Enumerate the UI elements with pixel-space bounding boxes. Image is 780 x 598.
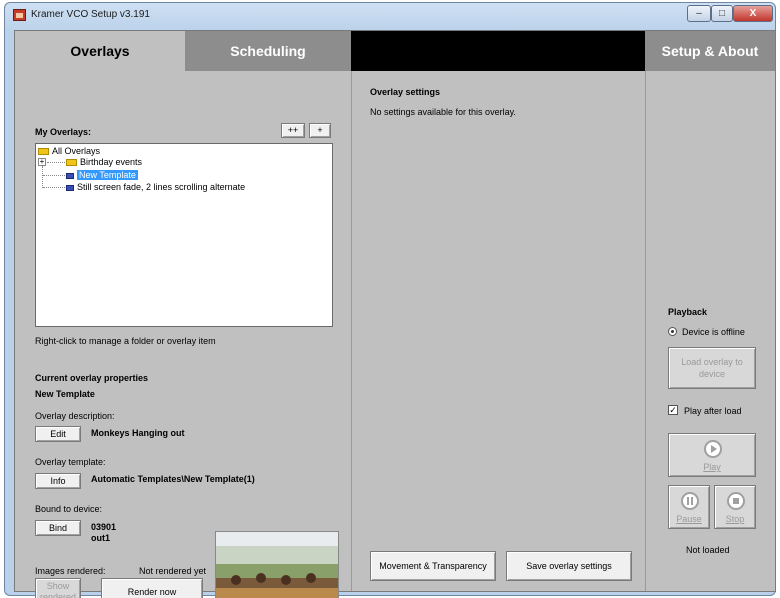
folder-icon bbox=[38, 148, 49, 156]
tree-item-label: Birthday events bbox=[80, 157, 143, 167]
render-status: Not rendered yet bbox=[139, 566, 207, 576]
overlay-preview-image bbox=[215, 531, 339, 598]
pause-button[interactable]: Pause bbox=[668, 485, 710, 529]
my-overlays-label: My Overlays: bbox=[35, 127, 92, 137]
title-bar[interactable]: Kramer VCO Setup v3.191 – □ X bbox=[5, 3, 775, 27]
tree-hint: Right-click to manage a folder or overla… bbox=[35, 336, 216, 346]
overlay-settings-header: Overlay settings bbox=[370, 87, 441, 97]
play-after-load-label: Play after load bbox=[684, 406, 742, 416]
tree-connector bbox=[47, 162, 65, 163]
tree-item-label: New Template bbox=[77, 170, 138, 180]
load-overlay-button[interactable]: Load overlay to device bbox=[668, 347, 756, 389]
add-overlay-button[interactable]: + bbox=[309, 123, 331, 138]
play-label: Play bbox=[703, 462, 721, 472]
client-area: Overlays Scheduling Setup & About My Ove… bbox=[14, 30, 776, 598]
expand-icon[interactable]: + bbox=[38, 158, 46, 166]
stop-label: Stop bbox=[725, 514, 745, 524]
tree-connector bbox=[43, 187, 65, 188]
description-label: Overlay description: bbox=[35, 411, 115, 421]
playback-status: Not loaded bbox=[686, 545, 730, 555]
overlay-name: New Template bbox=[35, 389, 95, 399]
stop-button[interactable]: Stop bbox=[714, 485, 756, 529]
bind-device-button[interactable]: Bind bbox=[35, 520, 81, 536]
tree-connector bbox=[43, 175, 65, 176]
template-label: Overlay template: bbox=[35, 457, 106, 467]
overlay-settings-text: No settings available for this overlay. bbox=[370, 107, 516, 117]
overlays-tree[interactable]: All Overlays + Birthday events New Templ… bbox=[35, 143, 333, 327]
tab-overlays[interactable]: Overlays bbox=[15, 31, 185, 71]
window-title: Kramer VCO Setup v3.191 bbox=[31, 9, 150, 20]
device-status-icon bbox=[668, 327, 677, 336]
tree-item-new-template[interactable]: New Template bbox=[66, 169, 138, 181]
overlay-settings-panel: Overlay settings No settings available f… bbox=[351, 71, 645, 591]
tree-connector bbox=[42, 166, 43, 188]
play-after-load-checkbox[interactable]: ✓ bbox=[668, 405, 678, 415]
pause-icon bbox=[681, 492, 699, 510]
play-icon bbox=[704, 440, 722, 458]
app-icon bbox=[13, 9, 26, 21]
device-id: 03901 bbox=[91, 522, 117, 532]
tree-root-label: All Overlays bbox=[52, 146, 101, 156]
template-value: Automatic Templates\New Template(1) bbox=[91, 474, 255, 484]
playback-header: Playback bbox=[668, 307, 708, 317]
tree-item-birthday[interactable]: Birthday events bbox=[66, 156, 142, 168]
tab-scheduling[interactable]: Scheduling bbox=[185, 31, 351, 71]
movement-transparency-button[interactable]: Movement & Transparency bbox=[370, 551, 496, 581]
stop-icon bbox=[727, 492, 745, 510]
close-button[interactable]: X bbox=[733, 5, 773, 22]
edit-description-button[interactable]: Edit bbox=[35, 426, 81, 442]
overlays-panel: My Overlays: ++ + All Overlays + Birthda… bbox=[15, 71, 351, 598]
properties-header: Current overlay properties bbox=[35, 373, 149, 383]
device-output: out1 bbox=[91, 533, 110, 543]
bound-device-label: Bound to device: bbox=[35, 504, 103, 514]
template-info-button[interactable]: Info bbox=[35, 473, 81, 489]
tree-item-label: Still screen fade, 2 lines scrolling alt… bbox=[77, 182, 246, 192]
pause-label: Pause bbox=[676, 514, 702, 524]
device-status: Device is offline bbox=[682, 327, 745, 337]
description-value: Monkeys Hanging out bbox=[91, 428, 185, 438]
show-rendered-button[interactable]: Show rendered bbox=[35, 578, 81, 598]
folder-icon bbox=[66, 159, 77, 167]
save-overlay-settings-button[interactable]: Save overlay settings bbox=[506, 551, 632, 581]
playback-panel: Playback Device is offline Load overlay … bbox=[645, 71, 775, 591]
render-now-button[interactable]: Render now bbox=[101, 578, 203, 598]
tab-setup-about[interactable]: Setup & About bbox=[645, 31, 775, 71]
minimize-button[interactable]: – bbox=[687, 5, 711, 22]
app-window: Kramer VCO Setup v3.191 – □ X Overlays S… bbox=[4, 2, 776, 598]
images-rendered-label: Images rendered: bbox=[35, 566, 106, 576]
overlay-icon bbox=[66, 184, 74, 191]
tab-bar: Overlays Scheduling Setup & About bbox=[15, 31, 775, 71]
overlay-icon bbox=[66, 172, 74, 179]
tree-item-still-screen[interactable]: Still screen fade, 2 lines scrolling alt… bbox=[66, 181, 245, 193]
play-button[interactable]: Play bbox=[668, 433, 756, 477]
maximize-button[interactable]: □ bbox=[711, 5, 733, 22]
expand-all-button[interactable]: ++ bbox=[281, 123, 305, 138]
